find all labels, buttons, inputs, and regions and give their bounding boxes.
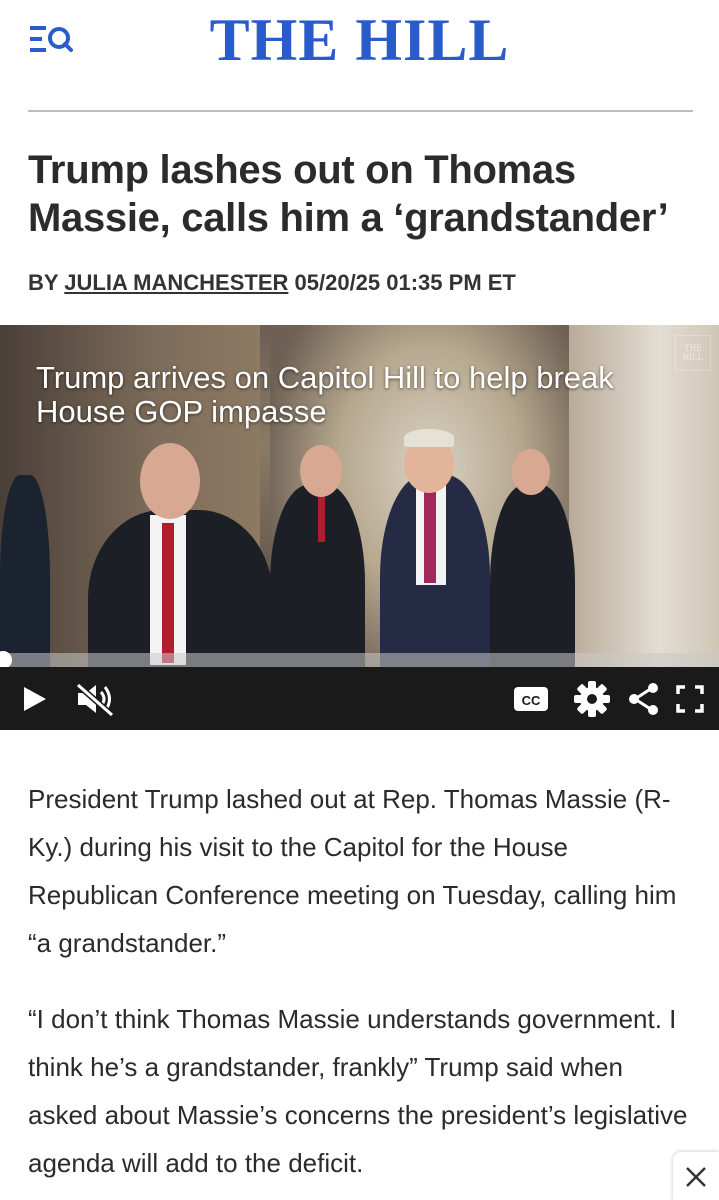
gear-icon[interactable] xyxy=(572,681,612,717)
closed-captions-button[interactable]: CC xyxy=(512,681,550,717)
cc-label: CC xyxy=(522,693,541,708)
video-figure-center-hair xyxy=(404,429,454,447)
header-divider xyxy=(28,110,693,112)
video-figure-mid-head xyxy=(300,445,342,497)
site-header: THE HILL xyxy=(0,0,719,112)
article-datetime: 05/20/25 01:35 PM ET xyxy=(294,270,516,295)
video-figure-center-tie xyxy=(424,491,436,583)
close-icon[interactable] xyxy=(673,1152,719,1200)
video-watermark: THE HILL xyxy=(675,335,711,371)
video-figure-mid-tie xyxy=(318,497,325,542)
video-figure-right-head xyxy=(512,449,550,495)
byline-prefix: BY xyxy=(28,270,59,295)
article-headline: Trump lashes out on Thomas Massie, calls… xyxy=(28,148,669,240)
video-figure-left-tie xyxy=(162,523,174,663)
play-icon[interactable] xyxy=(20,681,50,717)
video-progress-bar[interactable] xyxy=(0,651,719,669)
article-paragraph: “I don’t think Thomas Massie understands… xyxy=(28,1004,688,1178)
share-icon[interactable] xyxy=(626,681,662,717)
article-body: President Trump lashed out at Rep. Thoma… xyxy=(28,775,696,1200)
article-byline: BY JULIA MANCHESTER 05/20/25 01:35 PM ET xyxy=(28,270,516,296)
muted-speaker-icon[interactable] xyxy=(74,681,116,718)
author-link[interactable]: JULIA MANCHESTER xyxy=(64,270,288,295)
video-title: Trump arrives on Capitol Hill to help br… xyxy=(36,360,614,429)
site-logo[interactable]: THE HILL xyxy=(0,6,719,75)
video-controls: CC xyxy=(0,667,719,730)
video-figure-left-head xyxy=(140,443,200,519)
article-paragraph: President Trump lashed out at Rep. Thoma… xyxy=(28,784,677,958)
fullscreen-icon[interactable] xyxy=(672,681,708,717)
